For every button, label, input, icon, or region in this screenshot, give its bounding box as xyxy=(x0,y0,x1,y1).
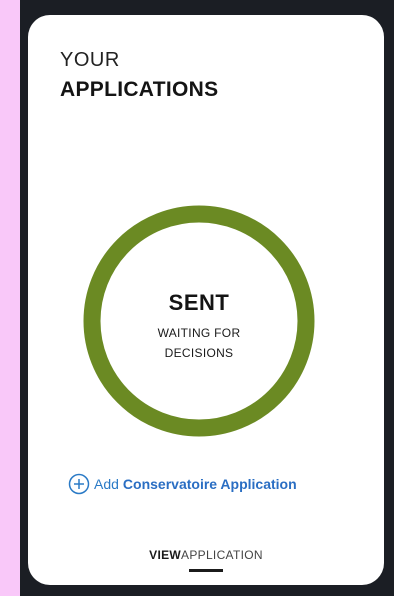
status-label: SENT xyxy=(168,290,230,315)
title-your: YOUR xyxy=(60,49,120,71)
plus-circle-icon xyxy=(68,473,90,495)
application-label: APPLICATION xyxy=(181,548,263,562)
applications-card: YOUR APPLICATIONS SENT WAITING FOR DECIS… xyxy=(28,15,384,585)
status-description: WAITING FOR DECISIONS xyxy=(123,323,275,363)
add-conservatoire-application-link[interactable]: Add Conservatoire Application xyxy=(68,472,297,496)
view-label: VIEW xyxy=(149,548,182,562)
tab-active-indicator xyxy=(189,569,223,572)
status-ring: SENT WAITING FOR DECISIONS xyxy=(83,205,315,437)
ring-circle xyxy=(83,205,315,437)
status-ring-graphic xyxy=(83,205,315,437)
status-sub-line2: DECISIONS xyxy=(164,346,234,360)
add-prefix: Add xyxy=(94,476,119,492)
title-applications: APPLICATIONS xyxy=(60,78,219,101)
add-link-label: Conservatoire Application xyxy=(122,476,297,492)
status-sub-line1: WAITING FOR xyxy=(157,326,241,340)
view-application-tab[interactable]: VIEWAPPLICATION xyxy=(28,546,384,564)
